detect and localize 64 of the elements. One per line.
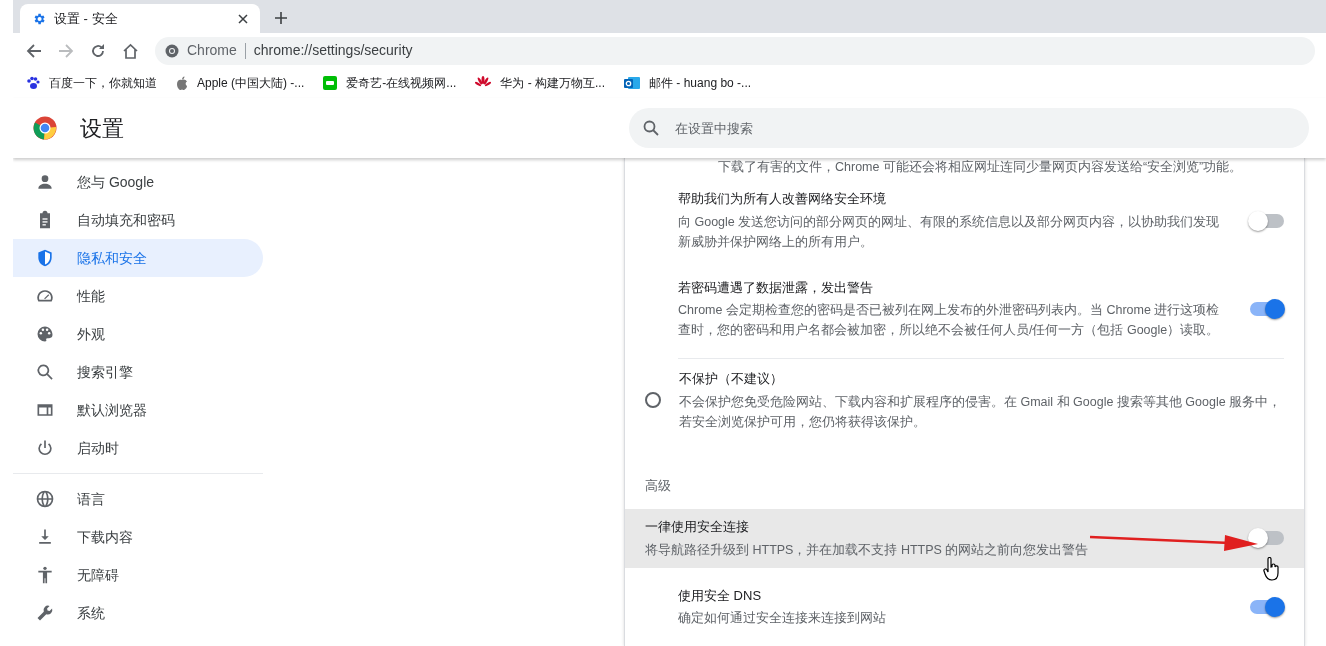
wrench-icon — [35, 603, 55, 623]
sidebar-item[interactable]: 性能 — [13, 277, 263, 315]
sidebar-item[interactable]: 系统 — [13, 594, 263, 632]
setting-title: 一律使用安全连接 — [645, 518, 749, 536]
sidebar-item[interactable]: 下载内容 — [13, 518, 263, 556]
chrome-logo-icon — [165, 43, 179, 58]
globe-icon — [35, 489, 55, 509]
setting-description: 不会保护您免受危险网站、下载内容和扩展程序的侵害。在 Gmail 和 Google 搜索等其他 Google 服务中，若安全浏览保护可用，您仍将获得该保护。 — [679, 393, 1283, 431]
palette-icon — [35, 324, 55, 344]
new-tab-icon[interactable] — [275, 12, 287, 24]
mail-icon — [624, 76, 641, 90]
tab-title: 设置 - 安全 — [54, 9, 119, 28]
bookmark[interactable]: 百度一下，你就知道 — [26, 74, 157, 92]
highlighted-row[interactable]: 一律使用安全连接 将导航路径升级到 HTTPS，并在加载不支持 HTTPS 的网站之前向您发出警告 — [625, 509, 1304, 568]
setting-title: 帮助我们为所有人改善网络安全环境 — [678, 190, 886, 209]
sidebar-item[interactable]: 启动时 — [13, 429, 263, 467]
chrome-logo-icon — [33, 116, 57, 140]
page-title: 设置 — [80, 114, 124, 143]
search-icon — [35, 362, 55, 382]
sidebar-item[interactable]: 搜索引擎 — [13, 353, 263, 391]
gear-icon — [32, 11, 46, 26]
toggle-switch[interactable] — [1250, 531, 1284, 546]
accessibility-icon — [35, 565, 55, 585]
search-icon — [643, 120, 659, 136]
url-text: chrome://settings/security — [253, 41, 413, 60]
sidebar-item[interactable]: 隐私和安全 — [13, 239, 263, 277]
setting-title: 若密码遭遇了数据泄露，发出警告 — [678, 279, 873, 297]
power-icon — [35, 438, 55, 458]
back-icon[interactable] — [26, 42, 42, 59]
setting-title: 使用安全 DNS — [678, 586, 762, 605]
setting-description: 将导航路径升级到 HTTPS，并在加载不支持 HTTPS 的网站之前向您发出警告 — [645, 541, 1089, 559]
sidebar-item[interactable]: 您与 Google — [13, 163, 263, 201]
setting-title: 不保护（不建议） — [679, 370, 784, 388]
setting-description: Chrome 会定期检查您的密码是否已被列在网上发布的外泄密码列表内。当 Chrome 进行这项检查时，您的密码和用户名都会被加密，所以绝不会被任何人员/任何一方（包括 Google）读取。 — [678, 302, 1221, 340]
site-label: Chrome — [187, 41, 237, 60]
bookmark[interactable]: 邮件 - huang bo -... — [624, 74, 752, 92]
search-field[interactable]: 在设置中搜索 — [629, 108, 1309, 148]
radio-button[interactable] — [645, 392, 661, 409]
shield-icon — [35, 248, 55, 268]
toggle-switch[interactable] — [1250, 599, 1284, 614]
home-icon[interactable] — [122, 42, 139, 59]
person-icon — [35, 172, 55, 192]
bookmark[interactable]: 华为 - 构建万物互... — [475, 74, 606, 92]
hand-cursor-icon — [1263, 557, 1281, 581]
setting-description: 向 Google 发送您访问的部分网页的网址、有限的系统信息以及部分网页内容，以协助我们发现新威胁并保护网络上的所有用户。 — [678, 214, 1221, 251]
toggle-switch[interactable] — [1250, 213, 1284, 228]
sidebar-item[interactable]: 无障碍 — [13, 556, 263, 594]
paw-icon — [26, 76, 40, 90]
toggle-switch[interactable] — [1250, 302, 1284, 317]
sidebar-item[interactable]: 默认浏览器 — [13, 391, 263, 429]
address-bar[interactable]: Chrome chrome://settings/security — [155, 36, 1315, 65]
description-text: 下载了有害的文件，Chrome 可能还会将相应网址连同少量网页内容发送给“安全浏览”功能。 — [718, 159, 1244, 176]
close-icon[interactable] — [238, 13, 248, 24]
sidebar-item[interactable]: 外观 — [13, 315, 263, 353]
setting-description: 确定如何通过安全连接来连接到网站 — [678, 610, 886, 627]
sidebar-item[interactable]: 自动填充和密码 — [13, 201, 263, 239]
browser-tab[interactable]: 设置 - 安全 — [20, 4, 260, 33]
sidebar-item[interactable]: 语言 — [13, 480, 263, 518]
section-heading: 高级 — [644, 476, 672, 495]
reload-icon[interactable] — [90, 42, 106, 59]
apple-icon — [176, 76, 188, 90]
bookmark[interactable]: 爱奇艺-在线视频网... — [323, 74, 457, 92]
video-icon — [323, 76, 338, 90]
bookmark[interactable]: Apple (中国大陆) -... — [176, 74, 305, 92]
